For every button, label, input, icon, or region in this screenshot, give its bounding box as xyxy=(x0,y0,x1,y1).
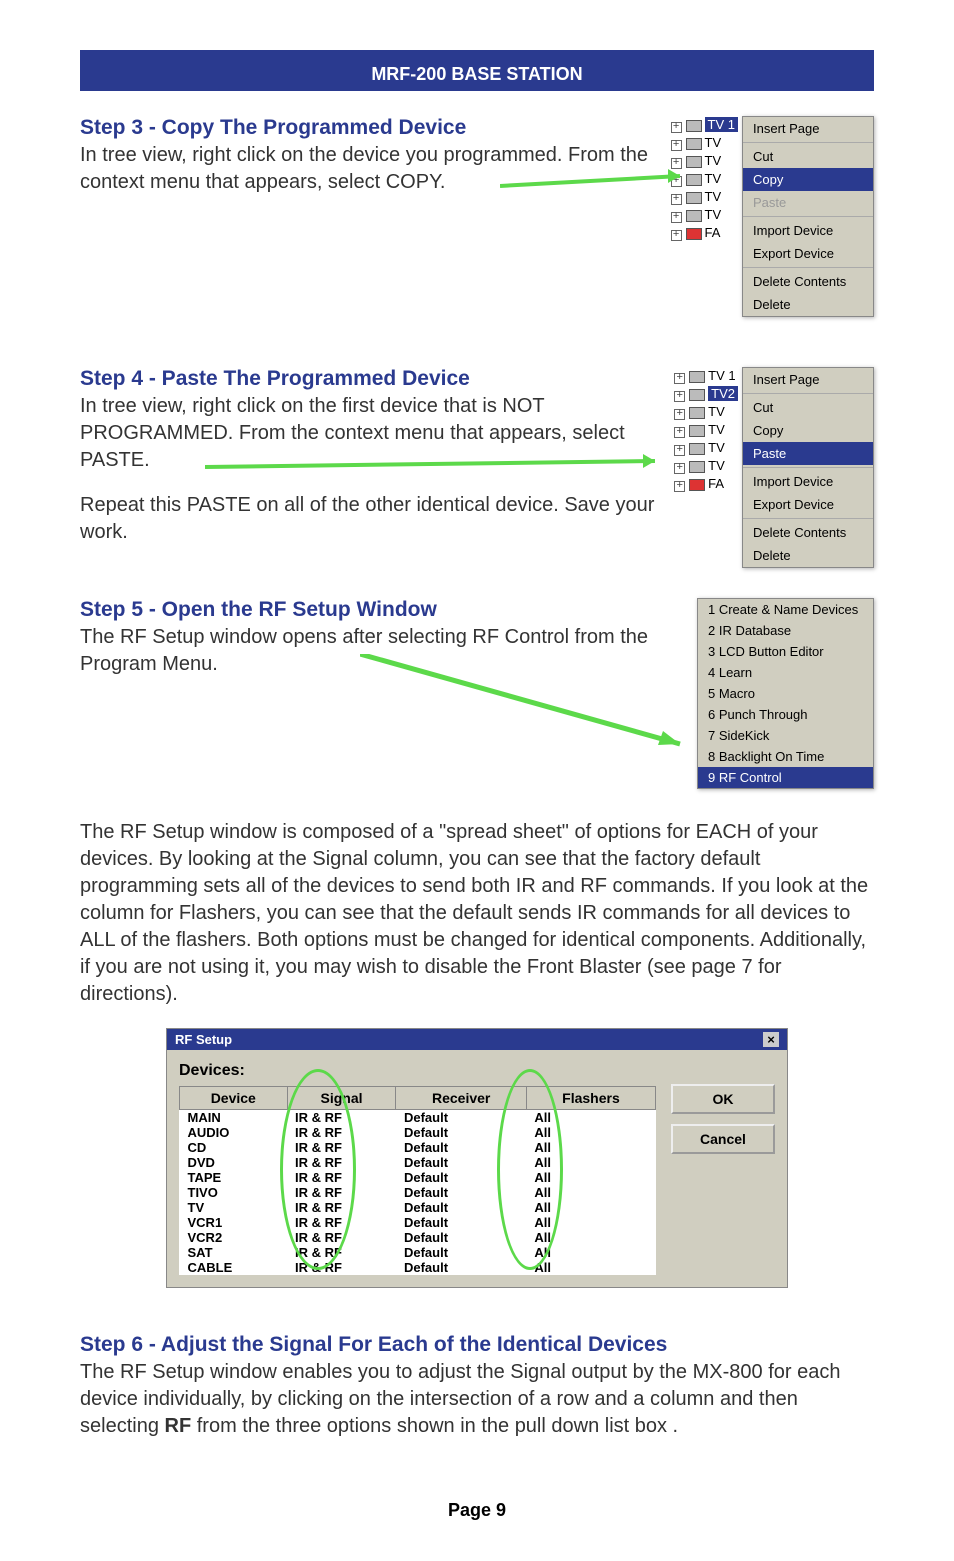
step3-section: +TV 1 +TV +TV +TV +TV +TV +FA Insert Pag… xyxy=(80,116,874,317)
menu-lcd-button-editor[interactable]: 3 LCD Button Editor xyxy=(698,641,873,662)
menu-sidekick[interactable]: 7 SideKick xyxy=(698,725,873,746)
header-bar: MRF-200 BASE STATION xyxy=(80,50,874,91)
table-row[interactable]: AUDIOIR & RFDefaultAll xyxy=(180,1125,656,1140)
rf-setup-titlebar: RF Setup × xyxy=(167,1029,787,1050)
menu-delete[interactable]: Delete xyxy=(743,293,873,316)
menu-export-device[interactable]: Export Device xyxy=(743,493,873,516)
step5-section: 1 Create & Name Devices 2 IR Database 3 … xyxy=(80,598,874,789)
step6-section: Step 6 - Adjust the Signal For Each of t… xyxy=(80,1333,874,1440)
col-receiver: Receiver xyxy=(396,1087,526,1110)
menu-copy[interactable]: Copy xyxy=(743,419,873,442)
table-row[interactable]: CABLEIR & RFDefaultAll xyxy=(180,1260,656,1275)
col-signal: Signal xyxy=(287,1087,396,1110)
program-menu[interactable]: 1 Create & Name Devices 2 IR Database 3 … xyxy=(697,598,874,789)
step3-screenshot: +TV 1 +TV +TV +TV +TV +TV +FA Insert Pag… xyxy=(671,116,874,317)
step6-title: Step 6 - Adjust the Signal For Each of t… xyxy=(80,1333,874,1357)
menu-paste[interactable]: Paste xyxy=(743,191,873,214)
menu-copy[interactable]: Copy xyxy=(743,168,873,191)
menu-paste[interactable]: Paste xyxy=(743,442,873,465)
rf-devices-table[interactable]: Device Signal Receiver Flashers MAINIR &… xyxy=(179,1086,656,1275)
menu-create-name-devices[interactable]: 1 Create & Name Devices xyxy=(698,599,873,620)
table-row[interactable]: SATIR & RFDefaultAll xyxy=(180,1245,656,1260)
menu-insert-page[interactable]: Insert Page xyxy=(743,368,873,391)
menu-macro[interactable]: 5 Macro xyxy=(698,683,873,704)
menu-ir-database[interactable]: 2 IR Database xyxy=(698,620,873,641)
step6-text: The RF Setup window enables you to adjus… xyxy=(80,1359,874,1440)
step3-tree: +TV 1 +TV +TV +TV +TV +TV +FA xyxy=(671,116,742,317)
table-row[interactable]: MAINIR & RFDefaultAll xyxy=(180,1110,656,1126)
step4-section: +TV 1 +TV2 +TV +TV +TV +TV +FA Insert Pa… xyxy=(80,367,874,568)
close-icon[interactable]: × xyxy=(763,1032,779,1047)
menu-cut[interactable]: Cut xyxy=(743,145,873,168)
menu-import-device[interactable]: Import Device xyxy=(743,470,873,493)
table-row[interactable]: CDIR & RFDefaultAll xyxy=(180,1140,656,1155)
menu-delete[interactable]: Delete xyxy=(743,544,873,567)
col-device: Device xyxy=(180,1087,288,1110)
table-row[interactable]: VCR2IR & RFDefaultAll xyxy=(180,1230,656,1245)
table-row[interactable]: TAPEIR & RFDefaultAll xyxy=(180,1170,656,1185)
menu-insert-page[interactable]: Insert Page xyxy=(743,117,873,140)
step3-context-menu[interactable]: Insert Page Cut Copy Paste Import Device… xyxy=(742,116,874,317)
cancel-button[interactable]: Cancel xyxy=(671,1124,775,1154)
menu-delete-contents[interactable]: Delete Contents xyxy=(743,270,873,293)
menu-learn[interactable]: 4 Learn xyxy=(698,662,873,683)
rf-paragraph: The RF Setup window is composed of a "sp… xyxy=(80,819,874,1008)
step4-tree: +TV 1 +TV2 +TV +TV +TV +TV +FA xyxy=(674,367,742,568)
table-row[interactable]: DVDIR & RFDefaultAll xyxy=(180,1155,656,1170)
menu-cut[interactable]: Cut xyxy=(743,396,873,419)
ok-button[interactable]: OK xyxy=(671,1084,775,1114)
step4-screenshot: +TV 1 +TV2 +TV +TV +TV +TV +FA Insert Pa… xyxy=(674,367,874,568)
menu-delete-contents[interactable]: Delete Contents xyxy=(743,521,873,544)
menu-import-device[interactable]: Import Device xyxy=(743,219,873,242)
rf-setup-window: RF Setup × Devices: Device Signal Receiv… xyxy=(166,1028,788,1288)
step4-context-menu[interactable]: Insert Page Cut Copy Paste Import Device… xyxy=(742,367,874,568)
rf-setup-title-text: RF Setup xyxy=(175,1032,232,1047)
page-footer: Page 9 xyxy=(80,1500,874,1521)
menu-rf-control[interactable]: 9 RF Control xyxy=(698,767,873,788)
table-row[interactable]: VCR1IR & RFDefaultAll xyxy=(180,1215,656,1230)
table-row[interactable]: TVIR & RFDefaultAll xyxy=(180,1200,656,1215)
menu-backlight-on-time[interactable]: 8 Backlight On Time xyxy=(698,746,873,767)
menu-export-device[interactable]: Export Device xyxy=(743,242,873,265)
col-flashers: Flashers xyxy=(526,1087,655,1110)
menu-punch-through[interactable]: 6 Punch Through xyxy=(698,704,873,725)
devices-label: Devices: xyxy=(179,1062,656,1080)
table-row[interactable]: TIVOIR & RFDefaultAll xyxy=(180,1185,656,1200)
